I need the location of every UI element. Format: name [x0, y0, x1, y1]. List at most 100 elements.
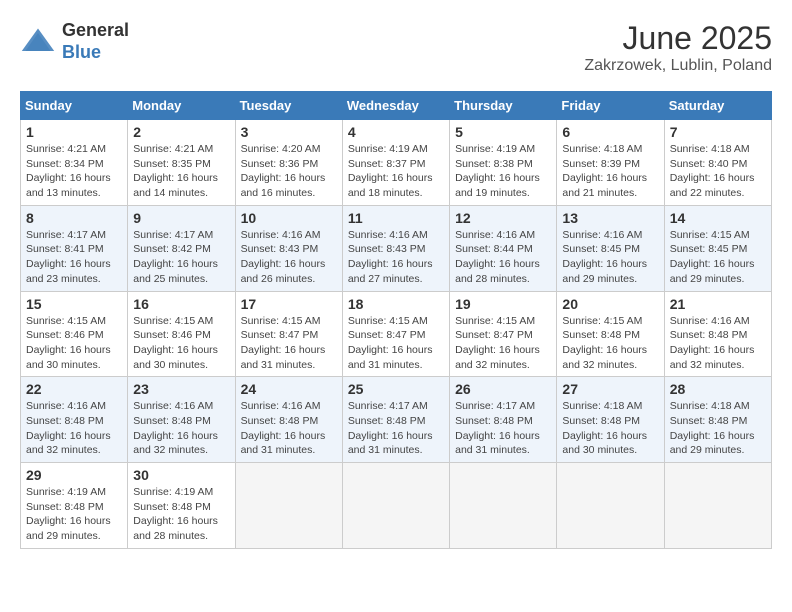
calendar-day-cell: 14Sunrise: 4:15 AMSunset: 8:45 PMDayligh…: [664, 205, 771, 291]
day-info: Sunrise: 4:15 AMSunset: 8:47 PMDaylight:…: [348, 314, 444, 373]
day-number: 9: [133, 210, 229, 226]
calendar-week-row: 22 Sunrise: 4:16 AMSunset: 8:48 PMDayligh…: [21, 377, 772, 463]
day-number: 16: [133, 296, 229, 312]
day-number: 18: [348, 296, 444, 312]
calendar-day-cell: [450, 463, 557, 549]
day-info: Sunrise: 4:15 AMSunset: 8:47 PMDaylight:…: [241, 314, 337, 373]
day-number: 26: [455, 381, 551, 397]
title-block: June 2025 Zakrzowek, Lublin, Poland: [584, 20, 772, 75]
day-number: 23: [133, 381, 229, 397]
calendar-day-cell: 12 Sunrise: 4:16 AMSunset: 8:44 PMDayligh…: [450, 205, 557, 291]
day-number: 2: [133, 124, 229, 140]
day-number: 14: [670, 210, 766, 226]
calendar-day-cell: 7 Sunrise: 4:18 AMSunset: 8:40 PMDaylight…: [664, 120, 771, 206]
day-info: Sunrise: 4:17 AMSunset: 8:41 PMDaylight:…: [26, 228, 122, 287]
day-number: 1: [26, 124, 122, 140]
calendar-week-row: 29Sunrise: 4:19 AMSunset: 8:48 PMDayligh…: [21, 463, 772, 549]
calendar-day-cell: 10Sunrise: 4:16 AMSunset: 8:43 PMDayligh…: [235, 205, 342, 291]
day-number: 19: [455, 296, 551, 312]
calendar-day-cell: 22 Sunrise: 4:16 AMSunset: 8:48 PMDayligh…: [21, 377, 128, 463]
day-info: Sunrise: 4:16 AMSunset: 8:44 PMDaylight:…: [455, 228, 551, 287]
day-info: Sunrise: 4:15 AMSunset: 8:47 PMDaylight:…: [455, 314, 551, 373]
day-info: Sunrise: 4:21 AMSunset: 8:35 PMDaylight:…: [133, 142, 229, 201]
day-number: 7: [670, 124, 766, 140]
weekday-header-row: SundayMondayTuesdayWednesdayThursdayFrid…: [21, 92, 772, 120]
day-number: 11: [348, 210, 444, 226]
day-info: Sunrise: 4:15 AMSunset: 8:48 PMDaylight:…: [562, 314, 658, 373]
day-info: Sunrise: 4:18 AMSunset: 8:48 PMDaylight:…: [562, 399, 658, 458]
day-info: Sunrise: 4:17 AMSunset: 8:48 PMDaylight:…: [348, 399, 444, 458]
calendar-day-cell: 18 Sunrise: 4:15 AMSunset: 8:47 PMDayligh…: [342, 291, 449, 377]
logo: General Blue: [20, 20, 129, 63]
calendar-day-cell: 11 Sunrise: 4:16 AMSunset: 8:43 PMDayligh…: [342, 205, 449, 291]
calendar-day-cell: 19 Sunrise: 4:15 AMSunset: 8:47 PMDayligh…: [450, 291, 557, 377]
day-number: 8: [26, 210, 122, 226]
calendar-day-cell: [664, 463, 771, 549]
calendar-day-cell: 25Sunrise: 4:17 AMSunset: 8:48 PMDayligh…: [342, 377, 449, 463]
day-number: 20: [562, 296, 658, 312]
logo-icon: [20, 24, 56, 60]
day-info: Sunrise: 4:16 AMSunset: 8:45 PMDaylight:…: [562, 228, 658, 287]
calendar-day-cell: 9 Sunrise: 4:17 AMSunset: 8:42 PMDaylight…: [128, 205, 235, 291]
day-number: 4: [348, 124, 444, 140]
day-info: Sunrise: 4:16 AMSunset: 8:48 PMDaylight:…: [670, 314, 766, 373]
calendar-day-cell: 16Sunrise: 4:15 AMSunset: 8:46 PMDayligh…: [128, 291, 235, 377]
day-info: Sunrise: 4:15 AMSunset: 8:46 PMDaylight:…: [26, 314, 122, 373]
calendar-day-cell: 5 Sunrise: 4:19 AMSunset: 8:38 PMDaylight…: [450, 120, 557, 206]
calendar-day-cell: [557, 463, 664, 549]
day-info: Sunrise: 4:21 AMSunset: 8:34 PMDaylight:…: [26, 142, 122, 201]
page-header: General Blue June 2025 Zakrzowek, Lublin…: [20, 20, 772, 75]
calendar-day-cell: 24 Sunrise: 4:16 AMSunset: 8:48 PMDayligh…: [235, 377, 342, 463]
day-number: 24: [241, 381, 337, 397]
calendar-day-cell: 1 Sunrise: 4:21 AMSunset: 8:34 PMDaylight…: [21, 120, 128, 206]
day-number: 13: [562, 210, 658, 226]
logo-text: General Blue: [62, 20, 129, 63]
logo-general: General: [62, 20, 129, 40]
day-info: Sunrise: 4:16 AMSunset: 8:43 PMDaylight:…: [241, 228, 337, 287]
calendar-day-cell: 3Sunrise: 4:20 AMSunset: 8:36 PMDaylight…: [235, 120, 342, 206]
calendar-day-cell: 13 Sunrise: 4:16 AMSunset: 8:45 PMDayligh…: [557, 205, 664, 291]
calendar-day-cell: 23 Sunrise: 4:16 AMSunset: 8:48 PMDayligh…: [128, 377, 235, 463]
day-number: 30: [133, 467, 229, 483]
calendar-week-row: 1 Sunrise: 4:21 AMSunset: 8:34 PMDaylight…: [21, 120, 772, 206]
weekday-header-monday: Monday: [128, 92, 235, 120]
calendar-day-cell: 20 Sunrise: 4:15 AMSunset: 8:48 PMDayligh…: [557, 291, 664, 377]
calendar-day-cell: 2 Sunrise: 4:21 AMSunset: 8:35 PMDaylight…: [128, 120, 235, 206]
calendar-week-row: 15 Sunrise: 4:15 AMSunset: 8:46 PMDayligh…: [21, 291, 772, 377]
day-number: 15: [26, 296, 122, 312]
calendar-day-cell: 27 Sunrise: 4:18 AMSunset: 8:48 PMDayligh…: [557, 377, 664, 463]
calendar-day-cell: 28 Sunrise: 4:18 AMSunset: 8:48 PMDayligh…: [664, 377, 771, 463]
calendar-day-cell: [342, 463, 449, 549]
calendar-day-cell: [235, 463, 342, 549]
calendar-day-cell: 29Sunrise: 4:19 AMSunset: 8:48 PMDayligh…: [21, 463, 128, 549]
calendar-day-cell: 4 Sunrise: 4:19 AMSunset: 8:37 PMDaylight…: [342, 120, 449, 206]
calendar-day-cell: 21Sunrise: 4:16 AMSunset: 8:48 PMDayligh…: [664, 291, 771, 377]
calendar-day-cell: 30Sunrise: 4:19 AMSunset: 8:48 PMDayligh…: [128, 463, 235, 549]
day-number: 5: [455, 124, 551, 140]
day-info: Sunrise: 4:16 AMSunset: 8:48 PMDaylight:…: [133, 399, 229, 458]
day-info: Sunrise: 4:17 AMSunset: 8:42 PMDaylight:…: [133, 228, 229, 287]
day-number: 12: [455, 210, 551, 226]
calendar-day-cell: 26Sunrise: 4:17 AMSunset: 8:48 PMDayligh…: [450, 377, 557, 463]
day-number: 3: [241, 124, 337, 140]
month-title: June 2025: [584, 20, 772, 57]
day-number: 29: [26, 467, 122, 483]
day-info: Sunrise: 4:19 AMSunset: 8:37 PMDaylight:…: [348, 142, 444, 201]
day-info: Sunrise: 4:19 AMSunset: 8:38 PMDaylight:…: [455, 142, 551, 201]
calendar-day-cell: 8 Sunrise: 4:17 AMSunset: 8:41 PMDaylight…: [21, 205, 128, 291]
day-info: Sunrise: 4:18 AMSunset: 8:48 PMDaylight:…: [670, 399, 766, 458]
day-number: 22: [26, 381, 122, 397]
weekday-header-saturday: Saturday: [664, 92, 771, 120]
weekday-header-tuesday: Tuesday: [235, 92, 342, 120]
weekday-header-friday: Friday: [557, 92, 664, 120]
day-number: 28: [670, 381, 766, 397]
calendar-table: SundayMondayTuesdayWednesdayThursdayFrid…: [20, 91, 772, 549]
weekday-header-thursday: Thursday: [450, 92, 557, 120]
day-info: Sunrise: 4:16 AMSunset: 8:48 PMDaylight:…: [26, 399, 122, 458]
day-info: Sunrise: 4:18 AMSunset: 8:39 PMDaylight:…: [562, 142, 658, 201]
day-number: 27: [562, 381, 658, 397]
calendar-day-cell: 17Sunrise: 4:15 AMSunset: 8:47 PMDayligh…: [235, 291, 342, 377]
day-info: Sunrise: 4:16 AMSunset: 8:43 PMDaylight:…: [348, 228, 444, 287]
day-info: Sunrise: 4:18 AMSunset: 8:40 PMDaylight:…: [670, 142, 766, 201]
day-info: Sunrise: 4:16 AMSunset: 8:48 PMDaylight:…: [241, 399, 337, 458]
